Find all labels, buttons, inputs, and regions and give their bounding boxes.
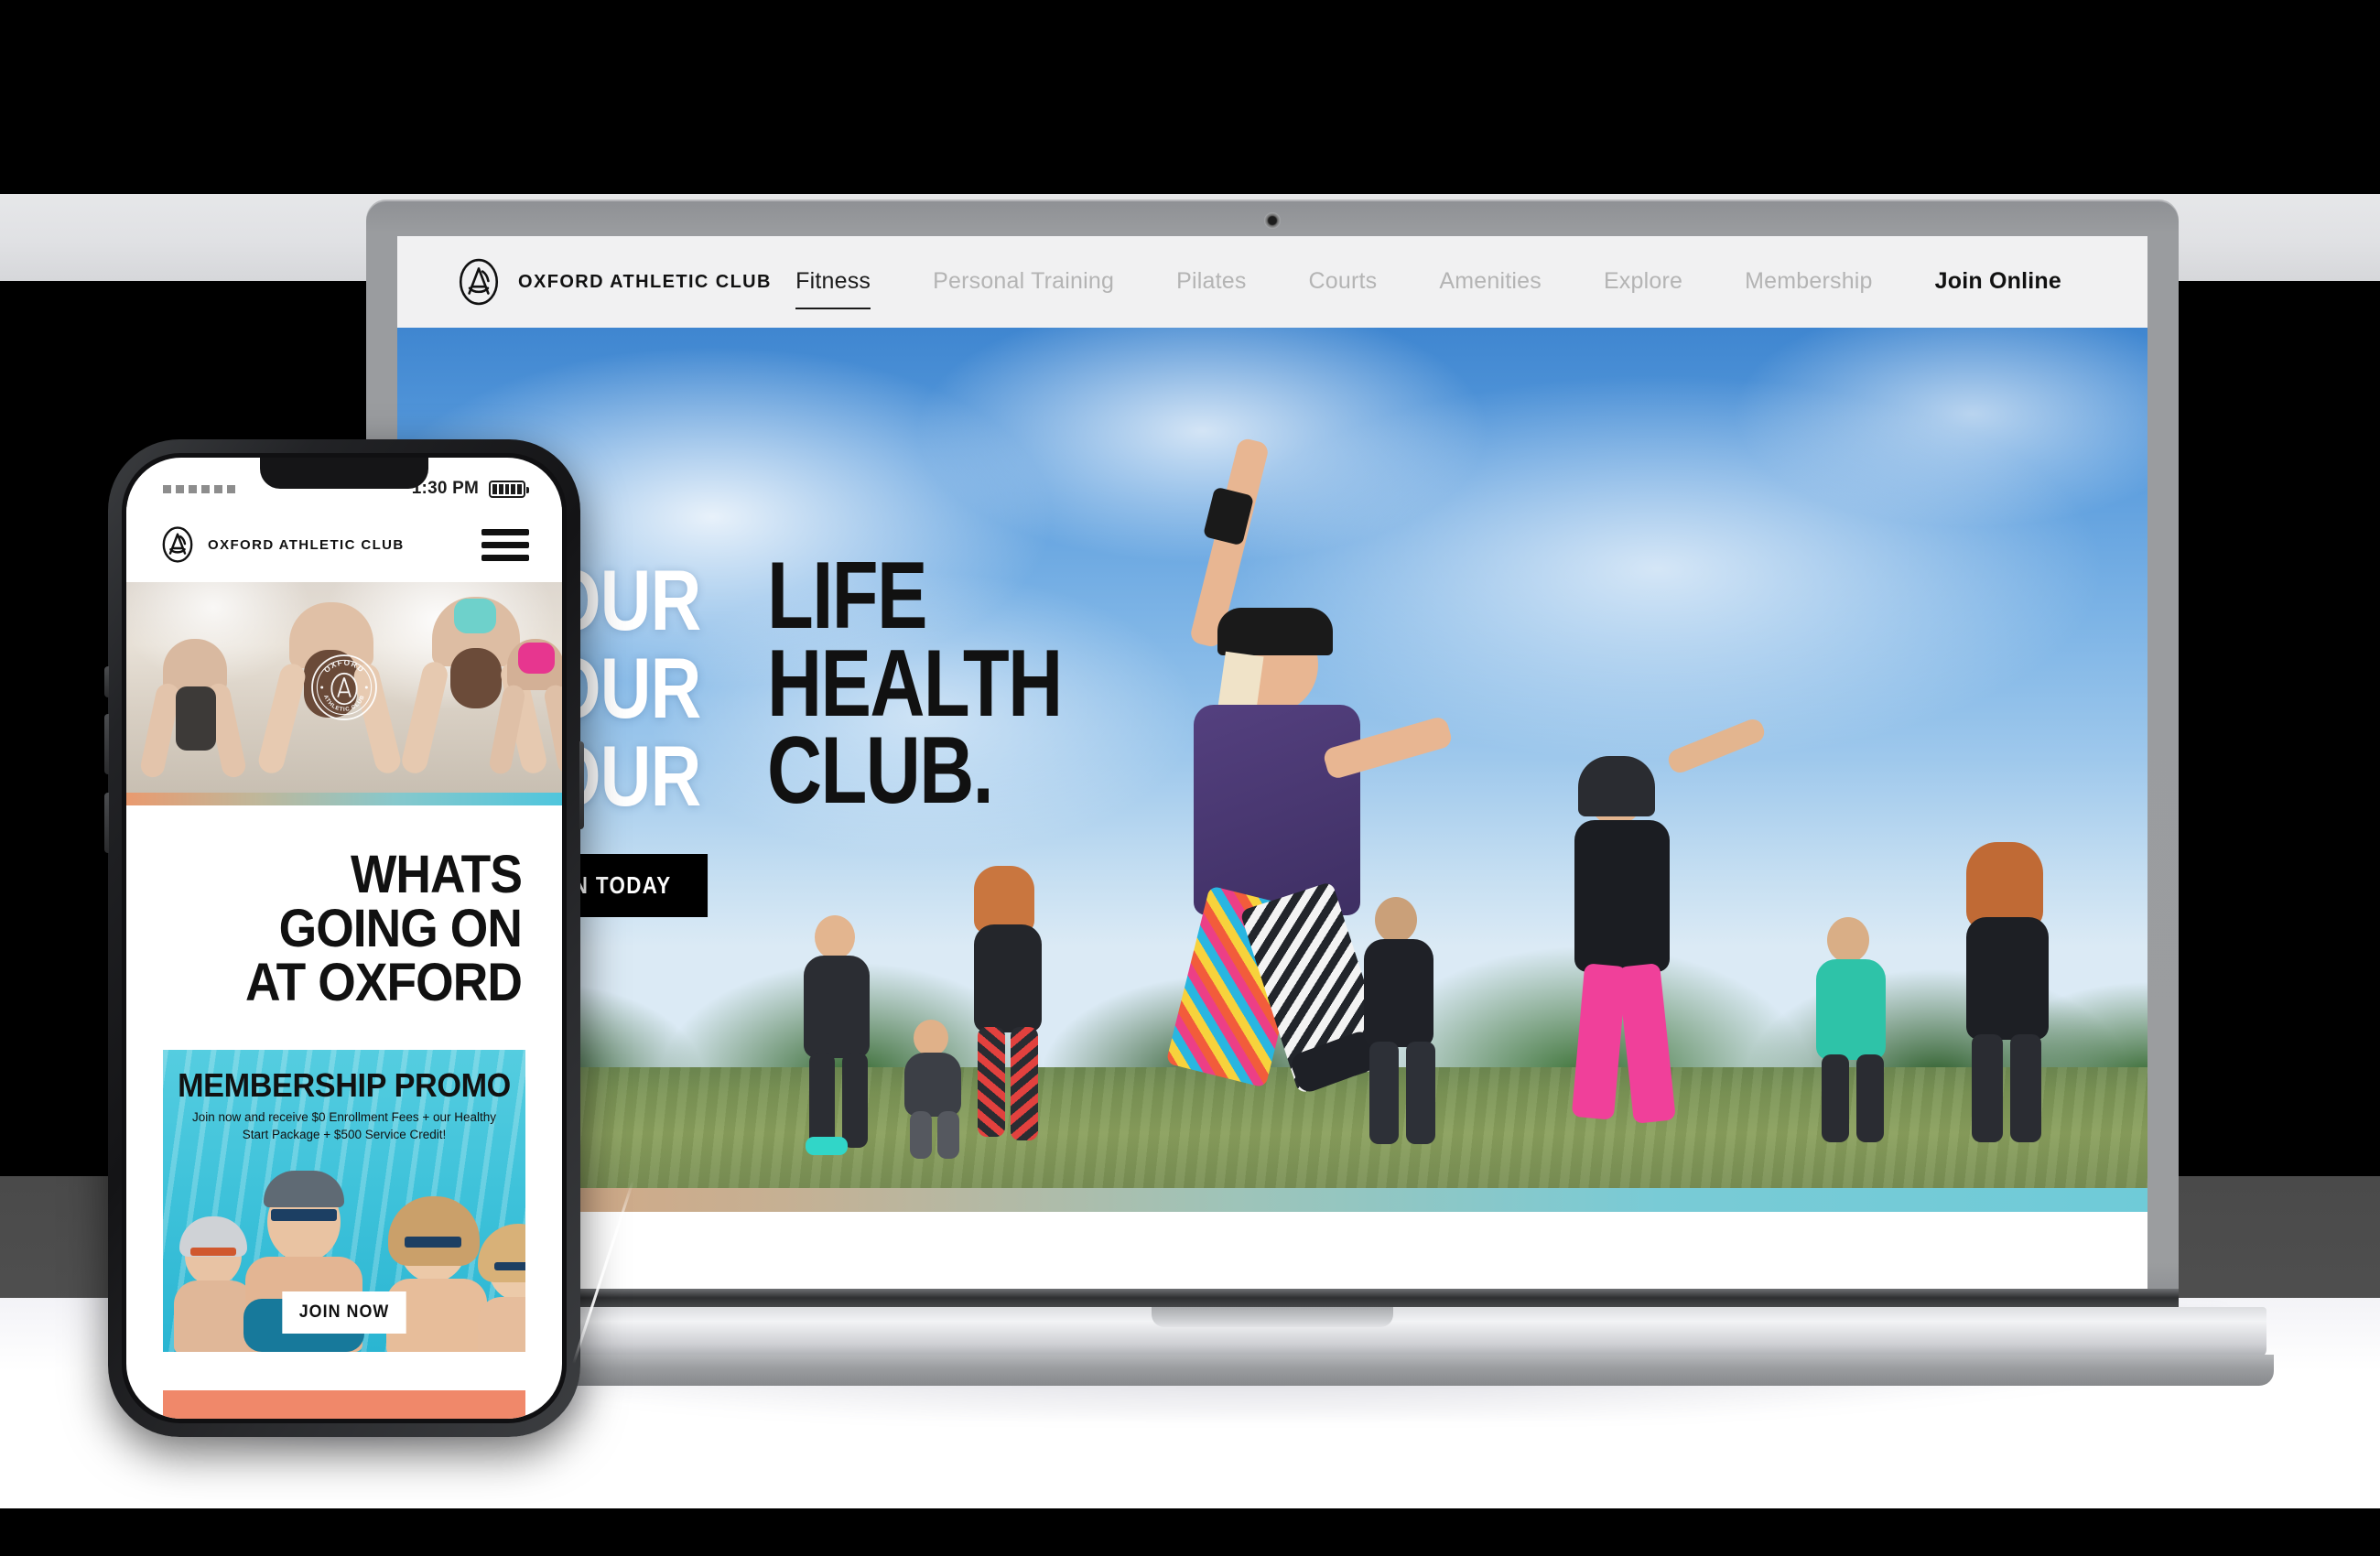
site-logo[interactable]: OXFORD ATHLETIC CLUB	[455, 258, 772, 306]
nav-item-amenities[interactable]: Amenities	[1408, 269, 1573, 295]
hamburger-menu-icon[interactable]	[481, 528, 529, 561]
phone-device: 1:30 PM OXFORD ATHLETIC CLUB OXFORD ATHL…	[104, 439, 591, 1446]
site-header: OXFORD ATHLETIC CLUB Fitness Personal Tr…	[397, 236, 2147, 328]
yoga-figure	[138, 639, 253, 780]
battery-full-icon	[489, 480, 529, 498]
nav-item-membership[interactable]: Membership	[1714, 269, 1904, 295]
phone-coral-card[interactable]	[163, 1390, 525, 1419]
oxford-monogram-icon	[459, 258, 499, 306]
nav-item-personal-training[interactable]: Personal Training	[902, 269, 1145, 295]
phone-screen: 1:30 PM OXFORD ATHLETIC CLUB OXFORD ATHL…	[126, 458, 562, 1419]
hero-line1-dark: LIFE	[767, 543, 927, 649]
phone-logo-text: OXFORD ATHLETIC CLUB	[208, 536, 405, 553]
nav-item-explore[interactable]: Explore	[1573, 269, 1714, 295]
signal-bars-icon	[163, 484, 235, 493]
laptop-screen: OXFORD ATHLETIC CLUB Fitness Personal Tr…	[397, 236, 2147, 1289]
phone-volume-down-button[interactable]	[104, 793, 109, 853]
laptop-hinge	[366, 1289, 2179, 1309]
laptop-base-notch	[1152, 1307, 1393, 1327]
promo-title: MEMBERSHIP PROMO	[178, 1066, 511, 1105]
oxford-medallion-icon: OXFORD ATHLETIC CLUB	[311, 654, 377, 720]
phone-volume-up-button[interactable]	[104, 714, 109, 774]
hero-line3-dark: CLUB.	[767, 718, 994, 825]
brand-gradient-bar	[397, 1188, 2147, 1212]
phone-heading-line1: WHATS GOING ON	[278, 845, 523, 959]
laptop-lid: OXFORD ATHLETIC CLUB Fitness Personal Tr…	[366, 200, 2179, 1307]
hero-figure-5	[1551, 716, 1768, 1128]
join-now-button[interactable]: JOIN NOW	[282, 1291, 406, 1334]
phone-heading-line2: AT OXFORD	[245, 953, 523, 1013]
hero-figure-3	[892, 1020, 979, 1159]
oxford-monogram-icon	[162, 526, 193, 563]
phone-hero-image: OXFORD ATHLETIC CLUB	[126, 582, 562, 793]
phone-site-logo[interactable]: OXFORD ATHLETIC CLUB	[159, 526, 405, 563]
hero-figure-7	[1935, 838, 2082, 1142]
hero-line-2: YOUR HEALTH	[500, 630, 1135, 737]
hero-copy: YOUR LIFE YOUR HEALTH YOUR CLUB. JOIN TO…	[500, 543, 1135, 918]
phone-mute-switch[interactable]	[104, 666, 109, 697]
hero-figure-2	[787, 915, 897, 1155]
content-spacer	[397, 1212, 2147, 1289]
phone-power-button[interactable]	[579, 741, 584, 829]
status-bar-right: 1:30 PM	[412, 479, 529, 499]
phone-frame: 1:30 PM OXFORD ATHLETIC CLUB OXFORD ATHL…	[104, 439, 584, 1437]
hero-figure-4	[1349, 897, 1459, 1144]
nav-item-courts[interactable]: Courts	[1278, 269, 1409, 295]
hero-figure-6	[1798, 917, 1917, 1146]
laptop-device: OXFORD ATHLETIC CLUB Fitness Personal Tr…	[271, 200, 2274, 1386]
promo-subtitle: Join now and receive $0 Enrollment Fees …	[191, 1110, 497, 1141]
phone-site-header: OXFORD ATHLETIC CLUB	[126, 507, 562, 582]
nav-item-join-online[interactable]: Join Online	[1904, 269, 2093, 295]
yoga-figure	[487, 639, 562, 776]
hero-line-3: YOUR CLUB.	[500, 718, 1135, 825]
nav-item-fitness[interactable]: Fitness	[764, 269, 902, 308]
hero-line2-dark: HEALTH	[767, 630, 1063, 737]
mockup-scene: OXFORD ATHLETIC CLUB Fitness Personal Tr…	[0, 0, 2380, 1556]
swimmer-child-right	[471, 1215, 525, 1353]
phone-gradient-bar	[126, 793, 562, 805]
phone-notch	[260, 458, 428, 489]
nav-item-pilates[interactable]: Pilates	[1145, 269, 1277, 295]
phone-bezel: 1:30 PM OXFORD ATHLETIC CLUB OXFORD ATHL…	[122, 453, 567, 1423]
hero-line-1: YOUR LIFE	[500, 543, 1135, 649]
membership-promo-card[interactable]: MEMBERSHIP PROMO Join now and receive $0…	[163, 1050, 525, 1353]
webcam-icon	[1264, 212, 1281, 229]
hero-banner: YOUR LIFE YOUR HEALTH YOUR CLUB. JOIN TO…	[397, 328, 2147, 1188]
site-logo-text: OXFORD ATHLETIC CLUB	[518, 271, 772, 292]
phone-section-heading: WHATS GOING ON AT OXFORD	[126, 805, 562, 1010]
laptop-top-bezel	[366, 200, 2179, 236]
